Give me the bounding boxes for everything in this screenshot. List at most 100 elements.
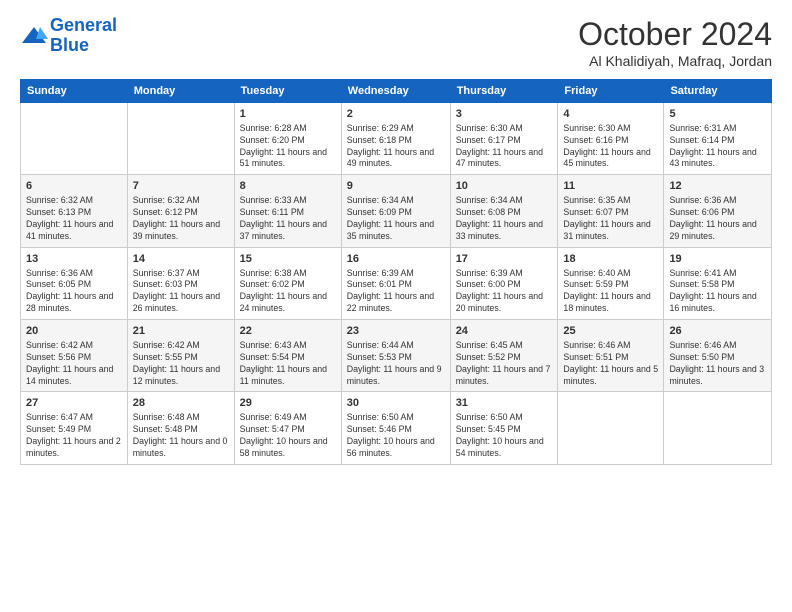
day-number: 9 <box>347 179 445 194</box>
title-block: October 2024 Al Khalidiyah, Mafraq, Jord… <box>578 16 772 69</box>
calendar-cell: 21Sunrise: 6:42 AM Sunset: 5:55 PM Dayli… <box>127 320 234 392</box>
day-number: 23 <box>347 324 445 339</box>
calendar-cell: 6Sunrise: 6:32 AM Sunset: 6:13 PM Daylig… <box>21 175 128 247</box>
calendar-cell: 16Sunrise: 6:39 AM Sunset: 6:01 PM Dayli… <box>341 247 450 319</box>
day-number: 15 <box>240 252 336 267</box>
col-header-friday: Friday <box>558 80 664 103</box>
day-info: Sunrise: 6:38 AM Sunset: 6:02 PM Dayligh… <box>240 268 336 316</box>
day-number: 30 <box>347 396 445 411</box>
day-info: Sunrise: 6:37 AM Sunset: 6:03 PM Dayligh… <box>133 268 229 316</box>
day-number: 1 <box>240 107 336 122</box>
calendar-cell: 4Sunrise: 6:30 AM Sunset: 6:16 PM Daylig… <box>558 103 664 175</box>
day-info: Sunrise: 6:29 AM Sunset: 6:18 PM Dayligh… <box>347 123 445 171</box>
day-info: Sunrise: 6:50 AM Sunset: 5:46 PM Dayligh… <box>347 412 445 460</box>
day-number: 6 <box>26 179 122 194</box>
day-number: 3 <box>456 107 553 122</box>
calendar-cell: 14Sunrise: 6:37 AM Sunset: 6:03 PM Dayli… <box>127 247 234 319</box>
day-number: 28 <box>133 396 229 411</box>
day-number: 22 <box>240 324 336 339</box>
calendar-cell: 27Sunrise: 6:47 AM Sunset: 5:49 PM Dayli… <box>21 392 128 464</box>
calendar-cell: 8Sunrise: 6:33 AM Sunset: 6:11 PM Daylig… <box>234 175 341 247</box>
day-number: 20 <box>26 324 122 339</box>
day-number: 13 <box>26 252 122 267</box>
day-number: 5 <box>669 107 766 122</box>
day-number: 12 <box>669 179 766 194</box>
col-header-monday: Monday <box>127 80 234 103</box>
day-info: Sunrise: 6:36 AM Sunset: 6:06 PM Dayligh… <box>669 195 766 243</box>
day-info: Sunrise: 6:30 AM Sunset: 6:16 PM Dayligh… <box>563 123 658 171</box>
header-row: SundayMondayTuesdayWednesdayThursdayFrid… <box>21 80 772 103</box>
day-info: Sunrise: 6:47 AM Sunset: 5:49 PM Dayligh… <box>26 412 122 460</box>
location: Al Khalidiyah, Mafraq, Jordan <box>578 53 772 69</box>
day-info: Sunrise: 6:39 AM Sunset: 6:01 PM Dayligh… <box>347 268 445 316</box>
col-header-sunday: Sunday <box>21 80 128 103</box>
calendar-cell: 23Sunrise: 6:44 AM Sunset: 5:53 PM Dayli… <box>341 320 450 392</box>
calendar-cell: 15Sunrise: 6:38 AM Sunset: 6:02 PM Dayli… <box>234 247 341 319</box>
calendar-cell: 26Sunrise: 6:46 AM Sunset: 5:50 PM Dayli… <box>664 320 772 392</box>
header: General Blue October 2024 Al Khalidiyah,… <box>20 16 772 69</box>
day-number: 21 <box>133 324 229 339</box>
calendar-cell <box>558 392 664 464</box>
day-info: Sunrise: 6:43 AM Sunset: 5:54 PM Dayligh… <box>240 340 336 388</box>
day-number: 27 <box>26 396 122 411</box>
day-number: 14 <box>133 252 229 267</box>
col-header-wednesday: Wednesday <box>341 80 450 103</box>
day-number: 10 <box>456 179 553 194</box>
week-row-3: 13Sunrise: 6:36 AM Sunset: 6:05 PM Dayli… <box>21 247 772 319</box>
week-row-1: 1Sunrise: 6:28 AM Sunset: 6:20 PM Daylig… <box>21 103 772 175</box>
day-number: 31 <box>456 396 553 411</box>
calendar-cell: 10Sunrise: 6:34 AM Sunset: 6:08 PM Dayli… <box>450 175 558 247</box>
day-info: Sunrise: 6:30 AM Sunset: 6:17 PM Dayligh… <box>456 123 553 171</box>
logo-icon <box>20 25 48 47</box>
calendar-cell: 28Sunrise: 6:48 AM Sunset: 5:48 PM Dayli… <box>127 392 234 464</box>
calendar-cell: 12Sunrise: 6:36 AM Sunset: 6:06 PM Dayli… <box>664 175 772 247</box>
logo-text: General Blue <box>50 16 117 56</box>
page: General Blue October 2024 Al Khalidiyah,… <box>0 0 792 612</box>
week-row-4: 20Sunrise: 6:42 AM Sunset: 5:56 PM Dayli… <box>21 320 772 392</box>
day-number: 25 <box>563 324 658 339</box>
day-info: Sunrise: 6:42 AM Sunset: 5:55 PM Dayligh… <box>133 340 229 388</box>
day-info: Sunrise: 6:50 AM Sunset: 5:45 PM Dayligh… <box>456 412 553 460</box>
calendar-cell: 17Sunrise: 6:39 AM Sunset: 6:00 PM Dayli… <box>450 247 558 319</box>
col-header-tuesday: Tuesday <box>234 80 341 103</box>
calendar-cell: 1Sunrise: 6:28 AM Sunset: 6:20 PM Daylig… <box>234 103 341 175</box>
day-info: Sunrise: 6:31 AM Sunset: 6:14 PM Dayligh… <box>669 123 766 171</box>
calendar-cell <box>664 392 772 464</box>
calendar-table: SundayMondayTuesdayWednesdayThursdayFrid… <box>20 79 772 465</box>
logo-general: General <box>50 15 117 35</box>
calendar-cell: 5Sunrise: 6:31 AM Sunset: 6:14 PM Daylig… <box>664 103 772 175</box>
col-header-saturday: Saturday <box>664 80 772 103</box>
day-number: 18 <box>563 252 658 267</box>
day-info: Sunrise: 6:41 AM Sunset: 5:58 PM Dayligh… <box>669 268 766 316</box>
day-number: 16 <box>347 252 445 267</box>
calendar-cell: 13Sunrise: 6:36 AM Sunset: 6:05 PM Dayli… <box>21 247 128 319</box>
calendar-cell: 20Sunrise: 6:42 AM Sunset: 5:56 PM Dayli… <box>21 320 128 392</box>
day-info: Sunrise: 6:33 AM Sunset: 6:11 PM Dayligh… <box>240 195 336 243</box>
calendar-cell: 29Sunrise: 6:49 AM Sunset: 5:47 PM Dayli… <box>234 392 341 464</box>
day-number: 29 <box>240 396 336 411</box>
day-info: Sunrise: 6:45 AM Sunset: 5:52 PM Dayligh… <box>456 340 553 388</box>
day-info: Sunrise: 6:39 AM Sunset: 6:00 PM Dayligh… <box>456 268 553 316</box>
calendar-cell <box>127 103 234 175</box>
day-info: Sunrise: 6:46 AM Sunset: 5:50 PM Dayligh… <box>669 340 766 388</box>
calendar-cell: 2Sunrise: 6:29 AM Sunset: 6:18 PM Daylig… <box>341 103 450 175</box>
day-info: Sunrise: 6:44 AM Sunset: 5:53 PM Dayligh… <box>347 340 445 388</box>
calendar-cell: 22Sunrise: 6:43 AM Sunset: 5:54 PM Dayli… <box>234 320 341 392</box>
calendar-cell: 31Sunrise: 6:50 AM Sunset: 5:45 PM Dayli… <box>450 392 558 464</box>
calendar-cell: 24Sunrise: 6:45 AM Sunset: 5:52 PM Dayli… <box>450 320 558 392</box>
calendar-cell <box>21 103 128 175</box>
day-number: 26 <box>669 324 766 339</box>
day-info: Sunrise: 6:42 AM Sunset: 5:56 PM Dayligh… <box>26 340 122 388</box>
calendar-cell: 30Sunrise: 6:50 AM Sunset: 5:46 PM Dayli… <box>341 392 450 464</box>
week-row-2: 6Sunrise: 6:32 AM Sunset: 6:13 PM Daylig… <box>21 175 772 247</box>
day-number: 8 <box>240 179 336 194</box>
calendar-cell: 3Sunrise: 6:30 AM Sunset: 6:17 PM Daylig… <box>450 103 558 175</box>
day-number: 24 <box>456 324 553 339</box>
day-info: Sunrise: 6:48 AM Sunset: 5:48 PM Dayligh… <box>133 412 229 460</box>
logo: General Blue <box>20 16 117 56</box>
week-row-5: 27Sunrise: 6:47 AM Sunset: 5:49 PM Dayli… <box>21 392 772 464</box>
calendar-cell: 7Sunrise: 6:32 AM Sunset: 6:12 PM Daylig… <box>127 175 234 247</box>
calendar-cell: 19Sunrise: 6:41 AM Sunset: 5:58 PM Dayli… <box>664 247 772 319</box>
day-info: Sunrise: 6:32 AM Sunset: 6:12 PM Dayligh… <box>133 195 229 243</box>
col-header-thursday: Thursday <box>450 80 558 103</box>
